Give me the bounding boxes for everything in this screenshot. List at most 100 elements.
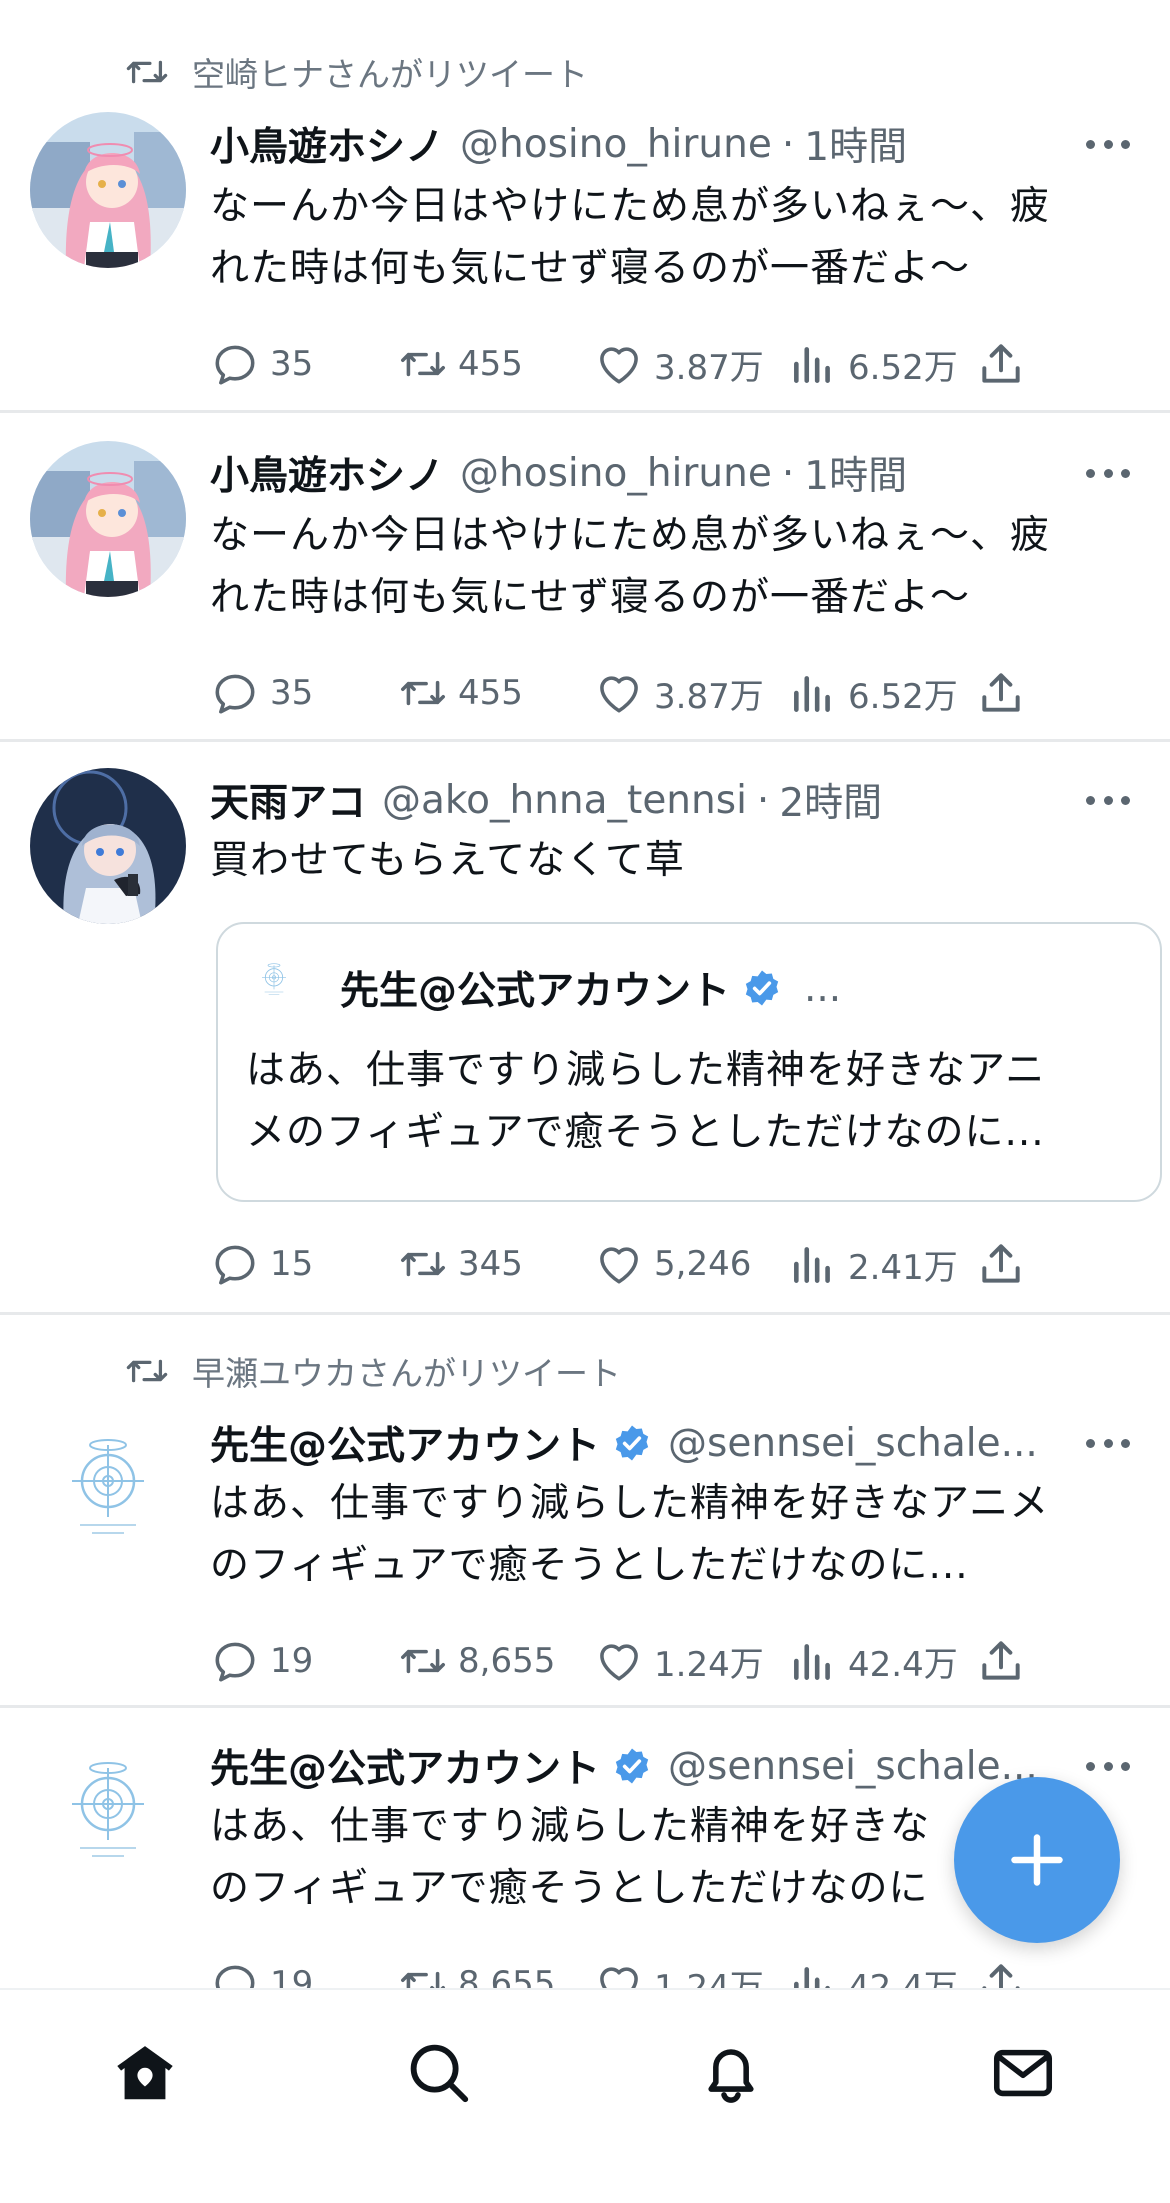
reply-button[interactable]: 15: [210, 1234, 313, 1294]
verified-badge-icon: [612, 1746, 652, 1786]
share-button[interactable]: [976, 1234, 1036, 1294]
like-count: 3.87万: [654, 347, 764, 388]
more-options-icon[interactable]: [1086, 124, 1130, 164]
retweeted-by-label: 空崎ヒナさんがリツイート: [192, 55, 588, 94]
heart-icon: [594, 1636, 644, 1686]
tweet[interactable]: 早瀬ユウカさんがリツイート 先生@公式アカウント @sennsei_schale…: [0, 1315, 1170, 1708]
avatar[interactable]: [30, 1734, 186, 1890]
quoted-text-line: はあ、仕事ですり減らした精神を好きなアニ: [246, 1048, 1046, 1093]
display-name[interactable]: 小鳥遊ホシノ: [210, 116, 444, 172]
tweet-text: 買わせてもらえてなくて草: [210, 830, 1110, 892]
tweet-actions: 35 455 3.87万 6.52万: [210, 334, 1030, 394]
retweet-button[interactable]: 455: [398, 334, 523, 394]
quoted-header: 先生@公式アカウント ...: [340, 960, 841, 1016]
quoted-text: はあ、仕事ですり減らした精神を好きなアニ メのフィギュアで癒そうとしただけなのに…: [246, 1040, 1120, 1164]
avatar[interactable]: [30, 768, 186, 924]
like-button[interactable]: 5,246: [594, 1234, 751, 1294]
more-options-icon[interactable]: [1086, 780, 1130, 820]
avatar[interactable]: [30, 112, 186, 268]
tweet-actions: 19 8,655 1.24万 42.4万: [210, 1631, 1030, 1691]
tweet-text-line: はあ、仕事ですり減らした精神を好きなアニメ: [210, 1481, 1050, 1526]
retweeted-by-label: 早瀬ユウカさんがリツイート: [192, 1354, 621, 1393]
display-name[interactable]: 先生@公式アカウント: [210, 1738, 600, 1794]
timestamp[interactable]: 2時間: [779, 772, 882, 828]
avatar[interactable]: [30, 441, 186, 597]
quoted-display-name: 先生@公式アカウント: [340, 969, 731, 1014]
like-count: 3.87万: [654, 676, 764, 717]
view-count: 42.4万: [848, 1644, 958, 1685]
more-options-icon[interactable]: [1086, 1746, 1130, 1786]
plus-icon: [1011, 1834, 1063, 1886]
retweet-icon: [124, 1348, 170, 1394]
tweet[interactable]: 小鳥遊ホシノ @hosino_hirune · 1時間 なーんか今日はやけにため…: [0, 413, 1170, 742]
separator-dot: ·: [756, 777, 770, 823]
tweet-header: 天雨アコ @ako_hnna_tennsi · 2時間: [210, 772, 1130, 828]
user-handle[interactable]: @sennsei_schale...: [668, 1421, 1038, 1466]
user-handle[interactable]: @ako_hnna_tennsi: [382, 778, 747, 823]
more-options-icon[interactable]: [1086, 1423, 1130, 1463]
retweet-button[interactable]: 455: [398, 663, 523, 723]
timestamp[interactable]: 1時間: [804, 116, 907, 172]
user-handle[interactable]: @sennsei_schale...: [668, 1744, 1038, 1789]
tab-notifications[interactable]: [696, 2038, 766, 2108]
retweet-icon: [398, 1636, 448, 1686]
timestamp[interactable]: 1時間: [804, 445, 907, 501]
share-icon: [976, 668, 1026, 718]
bottom-navigation: [0, 1988, 1170, 2203]
tweet-actions: 35 455 3.87万 6.52万: [210, 663, 1030, 723]
user-handle[interactable]: @hosino_hirune: [460, 451, 772, 496]
display-name[interactable]: 天雨アコ: [210, 772, 366, 828]
views-icon: [788, 668, 838, 718]
retweet-context: 空崎ヒナさんがリツイート: [124, 48, 588, 96]
reply-button[interactable]: 35: [210, 663, 313, 723]
tab-home[interactable]: [110, 2038, 180, 2108]
tab-search[interactable]: [404, 2038, 474, 2108]
retweet-button[interactable]: 345: [398, 1234, 523, 1294]
tweet-text-line: れた時は何も気にせず寝るのが一番だよ〜: [210, 246, 971, 291]
reply-button[interactable]: 19: [210, 1631, 313, 1691]
more-options-icon[interactable]: [1086, 453, 1130, 493]
user-handle[interactable]: @hosino_hirune: [460, 122, 772, 167]
tweet-text: なーんか今日はやけにため息が多いねぇ〜、疲 れた時は何も気にせず寝るのが一番だよ…: [210, 505, 1110, 629]
like-button[interactable]: 3.87万: [594, 334, 764, 394]
quoted-tweet[interactable]: 先生@公式アカウント ... はあ、仕事ですり減らした精神を好きなアニ メのフィ…: [216, 922, 1162, 1202]
tweet[interactable]: 天雨アコ @ako_hnna_tennsi · 2時間 買わせてもらえてなくて草…: [0, 742, 1170, 1315]
views-button[interactable]: 2.41万: [788, 1234, 958, 1294]
like-count: 1.24万: [654, 1644, 764, 1685]
tweet-header: 先生@公式アカウント @sennsei_schale...: [210, 1738, 1060, 1794]
heart-icon: [594, 1239, 644, 1289]
tweet[interactable]: 空崎ヒナさんがリツイート 小鳥遊ホシノ @hosino_hirune · 1時間…: [0, 0, 1170, 413]
quoted-handle: ...: [804, 965, 842, 1011]
reply-icon: [210, 1239, 260, 1289]
share-button[interactable]: [976, 663, 1036, 723]
verified-badge-icon: [612, 1423, 652, 1463]
compose-button[interactable]: [954, 1777, 1120, 1943]
tab-messages[interactable]: [988, 2038, 1058, 2108]
share-button[interactable]: [976, 334, 1036, 394]
tweet-text: なーんか今日はやけにため息が多いねぇ〜、疲 れた時は何も気にせず寝るのが一番だよ…: [210, 176, 1110, 300]
tweet-text-line: れた時は何も気にせず寝るのが一番だよ〜: [210, 575, 971, 620]
reply-button[interactable]: 35: [210, 334, 313, 394]
avatar[interactable]: [30, 1411, 186, 1567]
share-button[interactable]: [976, 1631, 1036, 1691]
views-button[interactable]: 6.52万: [788, 663, 958, 723]
display-name[interactable]: 先生@公式アカウント: [210, 1415, 600, 1471]
like-button[interactable]: 3.87万: [594, 663, 764, 723]
share-icon: [976, 1239, 1026, 1289]
view-count: 2.41万: [848, 1247, 958, 1288]
retweet-button[interactable]: 8,655: [398, 1631, 555, 1691]
tweet-actions: 15 345 5,246 2.41万: [210, 1234, 1030, 1294]
views-button[interactable]: 6.52万: [788, 334, 958, 394]
views-button[interactable]: 42.4万: [788, 1631, 958, 1691]
verified-badge-icon: [742, 968, 782, 1008]
share-icon: [976, 339, 1026, 389]
search-icon: [410, 2044, 469, 2103]
like-button[interactable]: 1.24万: [594, 1631, 764, 1691]
tweet-text-line: なーんか今日はやけにため息が多いねぇ〜、疲: [210, 184, 1051, 229]
like-count: 5,246: [654, 1244, 752, 1284]
display-name[interactable]: 小鳥遊ホシノ: [210, 445, 444, 501]
tweet-text-line: 買わせてもらえてなくて草: [210, 838, 685, 883]
view-count: 6.52万: [848, 347, 958, 388]
heart-icon: [594, 668, 644, 718]
heart-icon: [594, 339, 644, 389]
